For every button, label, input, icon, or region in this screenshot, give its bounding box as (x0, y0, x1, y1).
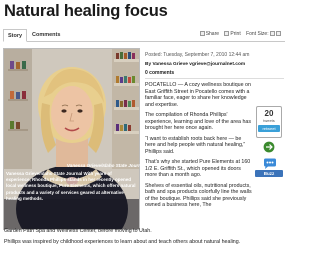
paragraph-continuation: Garden Path Spa and Wellness Center, bef… (4, 228, 152, 234)
photo-image (4, 49, 139, 229)
article-headline: Natural healing focus (4, 2, 168, 20)
divider (145, 78, 284, 79)
posted-date: Posted: Tuesday, September 7, 2010 12:44… (145, 52, 250, 58)
font-increase-icon[interactable] (276, 31, 281, 36)
paragraph-5: Shelves of essential oils, nutritional p… (145, 182, 252, 209)
tweet-label: tweets (263, 118, 275, 123)
share-tool[interactable]: Share (199, 31, 220, 37)
comments-count[interactable]: 0 comments (145, 70, 174, 76)
paragraph-last: Phillips was inspired by childhood exper… (4, 239, 241, 245)
retweet-button[interactable]: retweet (258, 125, 280, 132)
print-label: Print (230, 31, 241, 37)
share-icon-social[interactable] (262, 141, 276, 153)
paragraph-2: The compilation of Rhonda Phillips' expe… (145, 112, 252, 131)
paragraph-4: That's why she started Pure Elements at … (145, 159, 251, 178)
photo-caption: Vanessa Grieve/Idaho State Journal With … (6, 171, 136, 201)
font-decrease-icon[interactable] (270, 31, 275, 36)
byline: By Vanessa Grieve vgrieve@journalnet.com (145, 62, 245, 67)
article-continued: Garden Path Spa and Wellness Center, bef… (4, 228, 286, 250)
print-icon (224, 31, 230, 36)
tweet-counter: 20 tweets retweet (256, 106, 282, 138)
article-tools: Share Print Font Size: (196, 31, 282, 37)
paragraph-1: POCATELLO — A cozy wellness boutique on … (145, 82, 251, 108)
font-size-tool: Font Size: (246, 31, 282, 37)
byline-author: By Vanessa Grieve (145, 62, 188, 67)
photo-credit: Vanessa Grieve/Idaho State Journ (66, 163, 141, 168)
print-tool[interactable]: Print (224, 31, 241, 37)
byline-email[interactable]: vgrieve@journalnet.com (189, 62, 245, 67)
font-size-label: Font Size: (246, 31, 269, 37)
article-body: POCATELLO — A cozy wellness boutique on … (145, 82, 252, 213)
tab-story[interactable]: Story (3, 29, 28, 42)
tweet-count: 20 (264, 109, 274, 118)
buzz-button[interactable]: Buzz (255, 170, 283, 177)
article-photo[interactable] (3, 48, 140, 230)
buzz-icon[interactable] (262, 158, 278, 170)
share-icon (199, 31, 205, 36)
share-label: Share (205, 31, 220, 37)
tab-comments[interactable]: Comments (28, 29, 64, 42)
paragraph-3: “I want to establish roots back here — b… (145, 135, 246, 155)
